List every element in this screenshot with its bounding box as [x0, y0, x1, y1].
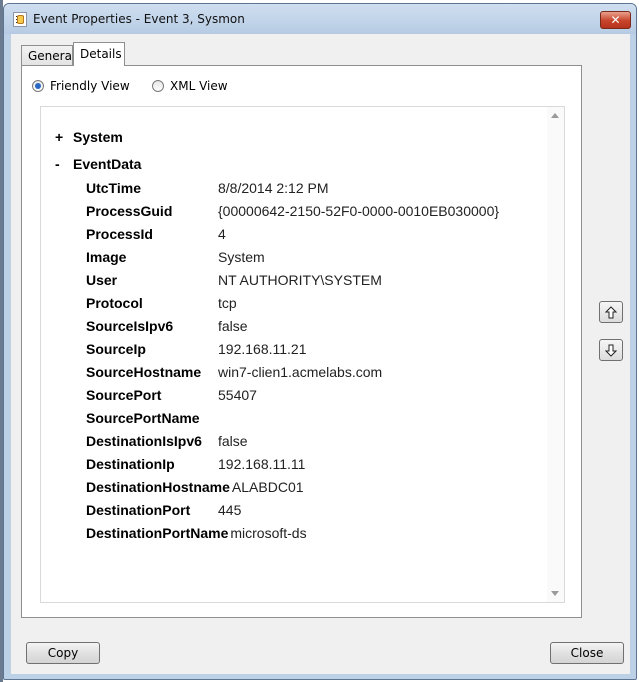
friendly-view-label: Friendly View — [50, 79, 130, 93]
friendly-view-radio[interactable] — [32, 80, 44, 92]
xml-view-radio[interactable] — [152, 80, 164, 92]
field-value: System — [218, 249, 265, 265]
field-value: false — [218, 433, 248, 449]
field-value: 445 — [218, 502, 242, 518]
tab-details-label: Details — [80, 47, 122, 61]
arrow-up-icon — [605, 306, 617, 319]
field-name: User — [86, 272, 118, 288]
tree-node-system-label: System — [73, 129, 123, 145]
field-value: ALABDC01 — [231, 479, 304, 495]
field-name: SourcePort — [86, 387, 162, 403]
close-button-label: Close — [570, 646, 604, 660]
event-properties-dialog: Event Properties - Event 3, Sysmon ✕ Gen… — [3, 3, 637, 680]
field-name: DestinationIsIpv6 — [86, 433, 202, 449]
xml-view-label: XML View — [170, 79, 228, 93]
field-name: Image — [86, 249, 127, 265]
field-value: tcp — [218, 295, 237, 311]
tab-details[interactable]: Details — [73, 42, 125, 66]
scroll-down-icon[interactable] — [551, 591, 559, 596]
copy-button-label: Copy — [47, 646, 79, 660]
field-value: false — [218, 318, 248, 334]
next-event-button[interactable] — [599, 339, 623, 361]
event-viewer-icon — [13, 12, 27, 27]
field-name: SourceIp — [86, 341, 146, 357]
tree-node-eventdata[interactable]: - EventData — [55, 156, 141, 172]
details-panel: Friendly View XML View + System - EventDat… — [21, 65, 582, 618]
window-title: Event Properties - Event 3, Sysmon — [33, 12, 245, 26]
field-name: ProcessGuid — [86, 203, 173, 219]
field-name: ProcessId — [86, 226, 153, 242]
field-value: 192.168.11.21 — [218, 341, 307, 357]
field-value: 192.168.11.11 — [218, 456, 306, 472]
close-icon: ✕ — [610, 13, 621, 27]
tree-node-eventdata-label: EventData — [73, 156, 142, 172]
field-value: win7-clien1.acmelabs.com — [218, 364, 383, 380]
previous-event-button[interactable] — [599, 301, 623, 323]
field-name: DestinationHostname — [86, 479, 230, 495]
field-value: 8/8/2014 2:12 PM — [218, 180, 329, 196]
arrow-down-icon — [605, 344, 617, 357]
field-name: DestinationIp — [86, 456, 175, 472]
field-value: 4 — [218, 226, 226, 242]
field-name: Protocol — [86, 295, 143, 311]
field-name: DestinationPortName — [86, 525, 229, 541]
copy-button[interactable]: Copy — [26, 642, 100, 664]
expand-toggle-system[interactable]: + — [55, 129, 73, 145]
field-name: SourceIsIpv6 — [86, 318, 174, 334]
field-value: microsoft-ds — [230, 525, 307, 541]
event-data-viewer[interactable]: + System - EventData UtcTime 8/8/2014 2:12… — [40, 106, 565, 603]
title-bar[interactable]: Event Properties - Event 3, Sysmon ✕ — [4, 4, 636, 34]
field-value: {00000642-2150-52F0-0000-0010EB030000} — [218, 203, 500, 219]
vertical-scrollbar[interactable] — [547, 107, 564, 602]
dialog-client-area: General Details Friendly View XML View +… — [11, 34, 630, 674]
field-value: 55407 — [218, 387, 257, 403]
scroll-up-icon[interactable] — [551, 113, 559, 118]
field-value: NT AUTHORITY\SYSTEM — [218, 272, 382, 288]
collapse-toggle-eventdata[interactable]: - — [55, 156, 73, 172]
close-button[interactable]: Close — [550, 642, 624, 664]
field-name: DestinationPort — [86, 502, 191, 518]
field-name: UtcTime — [86, 180, 141, 196]
tab-general[interactable]: General — [21, 45, 76, 65]
tab-general-label: General — [28, 49, 76, 63]
window-close-button[interactable]: ✕ — [600, 11, 631, 29]
tree-node-system[interactable]: + System — [55, 129, 123, 145]
field-name: SourcePortName — [86, 410, 200, 426]
field-name: SourceHostname — [86, 364, 202, 380]
